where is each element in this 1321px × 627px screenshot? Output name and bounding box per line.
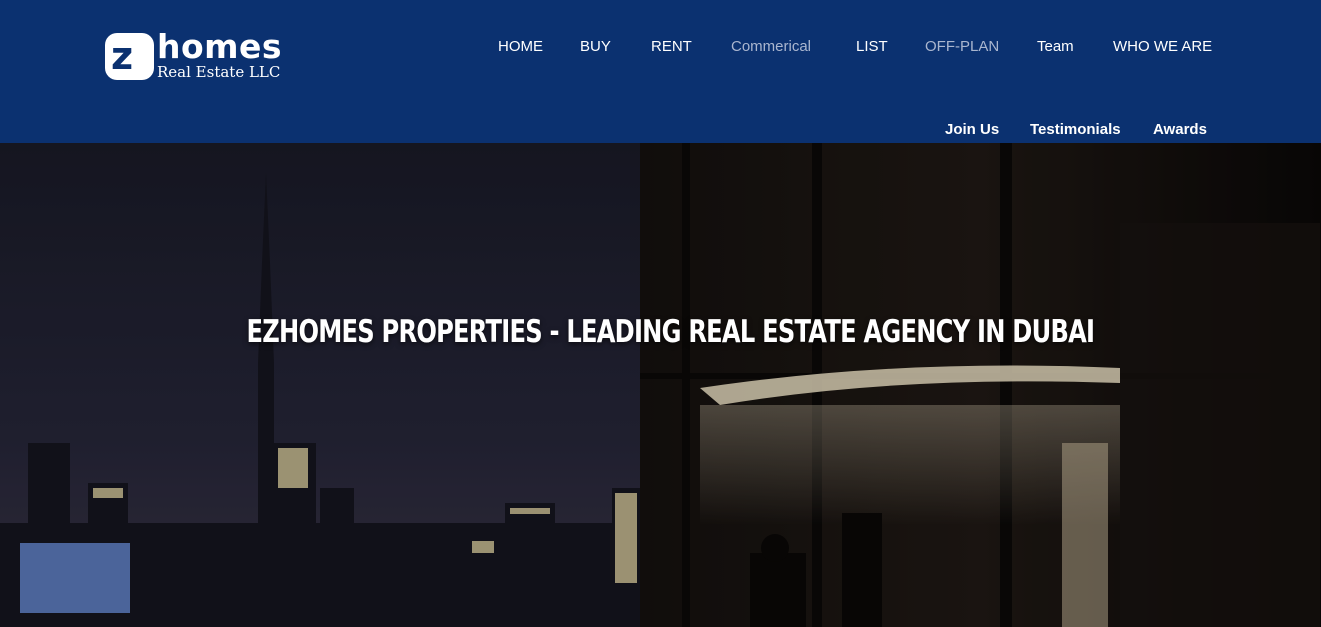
nav-item-join-us[interactable]: Join Us	[945, 121, 999, 138]
nav-item-who-we-are[interactable]: WHO WE ARE	[1113, 38, 1212, 55]
site-header: z homes Real Estate LLC HOME BUY RENT Co…	[0, 0, 1321, 143]
main-nav: HOME BUY RENT Commerical LIST OFF-PLAN T…	[0, 38, 1321, 58]
secondary-nav: Join Us Testimonials Awards	[0, 121, 1321, 141]
hero-banner: EZHOMES PROPERTIES - LEADING REAL ESTATE…	[0, 143, 1321, 627]
hero-background-image	[0, 143, 1321, 627]
nav-item-awards[interactable]: Awards	[1153, 121, 1207, 138]
nav-item-buy[interactable]: BUY	[580, 38, 611, 55]
nav-item-home[interactable]: HOME	[498, 38, 543, 55]
hero-title: EZHOMES PROPERTIES - LEADING REAL ESTATE…	[246, 313, 1096, 350]
nav-item-rent[interactable]: RENT	[651, 38, 692, 55]
logo-subtitle: Real Estate LLC	[157, 63, 281, 81]
nav-item-team[interactable]: Team	[1037, 38, 1074, 55]
nav-item-off-plan[interactable]: OFF-PLAN	[925, 38, 999, 55]
nav-item-list[interactable]: LIST	[856, 38, 888, 55]
nav-item-testimonials[interactable]: Testimonials	[1030, 121, 1121, 138]
nav-item-commercial[interactable]: Commerical	[731, 38, 811, 55]
